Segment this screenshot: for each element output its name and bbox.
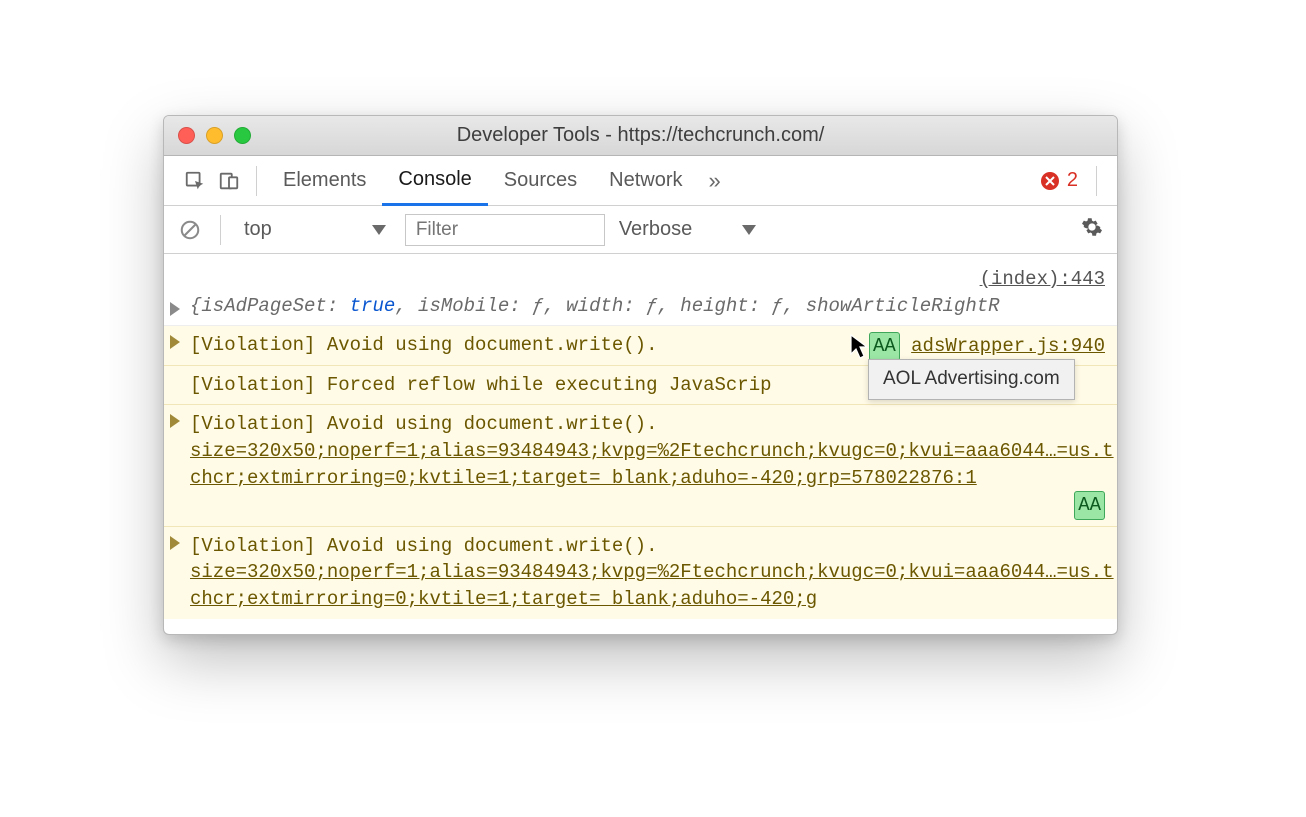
console-row: {isAdPageSet: true, isMobile: ƒ, width: … — [164, 293, 1117, 327]
minimize-window-button[interactable] — [206, 127, 223, 144]
console-filterbar: top Verbose — [164, 206, 1117, 254]
object-preview[interactable]: {isAdPageSet: true, isMobile: ƒ, width: … — [190, 295, 1000, 317]
window-title: Developer Tools - https://techcrunch.com… — [164, 124, 1117, 147]
dropdown-icon — [372, 218, 386, 241]
filter-input[interactable] — [405, 214, 605, 246]
disclose-icon[interactable] — [170, 302, 180, 316]
zoom-window-button[interactable] — [234, 127, 251, 144]
disclose-icon[interactable] — [170, 414, 180, 428]
warning-text: [Violation] Avoid using document.write()… — [190, 413, 657, 435]
tab-elements[interactable]: Elements — [267, 156, 382, 206]
source-link[interactable]: (index):443 — [980, 268, 1105, 290]
console-row: (index):443 — [164, 254, 1117, 293]
clear-console-icon[interactable] — [178, 218, 202, 242]
context-label: top — [244, 218, 272, 241]
separator — [220, 215, 221, 245]
traffic-lights — [178, 127, 251, 144]
console-row-warning: [Violation] Avoid using document.write()… — [164, 527, 1117, 619]
settings-icon[interactable] — [1081, 216, 1103, 244]
close-window-button[interactable] — [178, 127, 195, 144]
warning-text: [Violation] Forced reflow while executin… — [190, 374, 772, 396]
separator — [1096, 166, 1097, 196]
disclose-icon[interactable] — [170, 335, 180, 349]
console-output: (index):443 {isAdPageSet: true, isMobile… — [164, 254, 1117, 634]
more-tabs-icon[interactable]: » — [699, 168, 731, 194]
warning-text: [Violation] Avoid using document.write()… — [190, 535, 657, 557]
device-toggle-icon[interactable] — [212, 170, 246, 192]
warning-text: [Violation] Avoid using document.write()… — [190, 334, 657, 356]
separator — [256, 166, 257, 196]
level-select[interactable]: Verbose — [619, 218, 756, 241]
request-url-link[interactable]: size=320x50;noperf=1;alias=93484943;kvpg… — [190, 561, 1114, 610]
context-select[interactable]: top — [239, 215, 391, 244]
third-party-badge[interactable]: AA — [1074, 491, 1105, 520]
error-icon[interactable] — [1041, 172, 1059, 190]
level-label: Verbose — [619, 218, 692, 241]
tab-console[interactable]: Console — [382, 156, 487, 206]
badge-tooltip: AOL Advertising.com — [868, 359, 1075, 400]
devtools-tabbar: Elements Console Sources Network » 2 — [164, 156, 1117, 206]
console-row-warning: [Violation] Avoid using document.write()… — [164, 405, 1117, 526]
dropdown-icon — [742, 218, 756, 241]
titlebar: Developer Tools - https://techcrunch.com… — [164, 116, 1117, 156]
disclose-icon[interactable] — [170, 536, 180, 550]
tab-sources[interactable]: Sources — [488, 156, 593, 206]
error-count[interactable]: 2 — [1067, 169, 1078, 192]
devtools-window: Developer Tools - https://techcrunch.com… — [163, 115, 1118, 635]
tab-network[interactable]: Network — [593, 156, 698, 206]
inspect-element-icon[interactable] — [178, 170, 212, 192]
source-link[interactable]: adsWrapper.js:940 — [911, 335, 1105, 357]
third-party-badge[interactable]: AA — [869, 332, 900, 361]
request-url-link[interactable]: size=320x50;noperf=1;alias=93484943;kvpg… — [190, 440, 1114, 489]
